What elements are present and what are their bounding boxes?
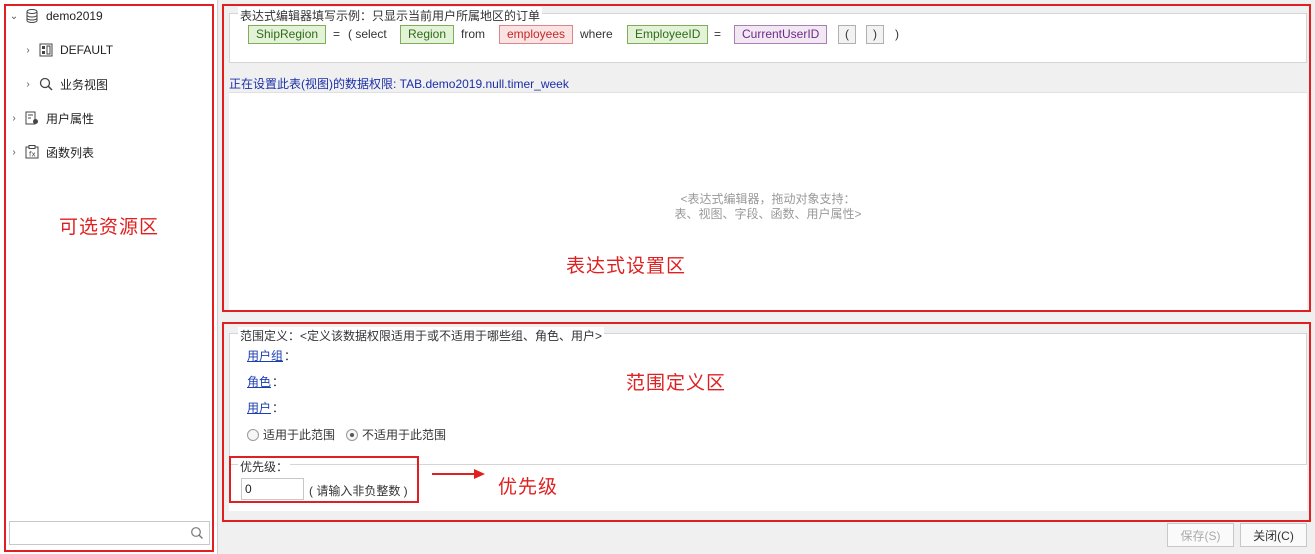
annotation-label-resource-area: 可选资源区 <box>59 217 160 238</box>
annotation-arrow-icon <box>432 469 485 479</box>
save-button[interactable]: 保存(S) <box>1167 523 1234 547</box>
annotation-label-expression-area: 表达式设置区 <box>566 256 687 277</box>
annotation-box-resource-area <box>4 4 214 552</box>
annotation-label-scope-area: 范围定义区 <box>626 373 727 394</box>
annotation-box-priority <box>229 456 419 503</box>
annotation-label-priority: 优先级 <box>498 477 559 498</box>
annotation-box-expression-area <box>222 4 1311 312</box>
close-button[interactable]: 关闭(C) <box>1240 523 1307 547</box>
